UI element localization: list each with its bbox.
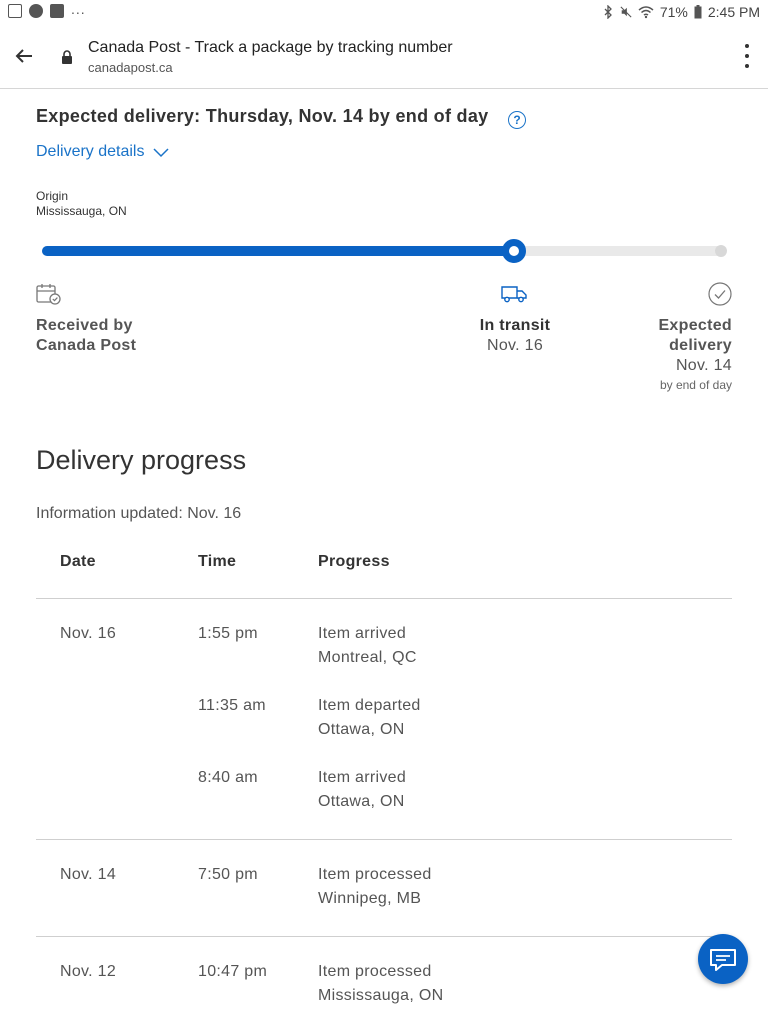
- browser-toolbar: Canada Post - Track a package by trackin…: [0, 24, 768, 89]
- progress-current-marker: [502, 239, 526, 263]
- delivery-progress-heading: Delivery progress: [36, 445, 247, 475]
- stage-expected-line2: delivery: [669, 337, 732, 354]
- table-row-progress: Item processed Winnipeg, MB: [318, 863, 432, 911]
- stage-in-transit: In transit: [479, 317, 551, 334]
- progress-track: [42, 239, 727, 263]
- chat-bubble-icon: [710, 949, 736, 971]
- table-row-time: 1:55 pm: [198, 625, 258, 642]
- table-row-progress: Item arrived Ottawa, ON: [318, 766, 406, 814]
- progress-fill: [42, 246, 514, 256]
- location: Winnipeg, MB: [318, 890, 422, 907]
- check-circle-icon: [708, 282, 732, 306]
- table-row-time: 7:50 pm: [198, 866, 258, 883]
- divider: [36, 839, 732, 840]
- wifi-icon: [638, 6, 654, 19]
- table-row-date: Nov. 16: [60, 625, 117, 642]
- flipboard-icon: [50, 4, 64, 18]
- divider: [36, 598, 732, 599]
- column-date: Date: [60, 553, 96, 570]
- page-title[interactable]: Canada Post - Track a package by trackin…: [88, 39, 453, 57]
- location: Montreal, QC: [318, 649, 417, 666]
- lock-icon[interactable]: [60, 50, 74, 64]
- system-icons: 71% 2:45 PM: [602, 4, 760, 20]
- divider: [36, 936, 732, 937]
- progress-end-marker: [715, 245, 727, 257]
- notification-icons: ...: [8, 1, 86, 18]
- stage-expected-line1: Expected: [658, 317, 732, 334]
- stage-expected-sub: by end of day: [659, 378, 732, 392]
- clock: 2:45 PM: [707, 4, 760, 20]
- event: Item processed: [318, 866, 432, 883]
- table-row-progress: Item departed Ottawa, ON: [318, 694, 421, 742]
- location: Ottawa, ON: [318, 793, 405, 810]
- mute-icon: [620, 6, 632, 18]
- origin-value: Mississauga, ON: [36, 204, 127, 218]
- stage-received-line1: Received by: [36, 317, 133, 334]
- delivery-details-link[interactable]: Delivery details: [36, 143, 144, 161]
- chevron-down-icon[interactable]: [152, 144, 170, 160]
- truck-icon: [501, 286, 527, 303]
- chat-button[interactable]: [698, 934, 748, 984]
- table-row-date: Nov. 12: [60, 963, 117, 980]
- page-url[interactable]: canadapost.ca: [88, 60, 173, 75]
- stage-expected-date: Nov. 14: [675, 357, 732, 374]
- table-row-date: Nov. 14: [60, 866, 117, 883]
- location: Mississauga, ON: [318, 987, 444, 1004]
- event: Item departed: [318, 697, 421, 714]
- help-icon[interactable]: ?: [508, 111, 526, 129]
- stage-in-transit-date: Nov. 16: [486, 337, 544, 354]
- stage-received-line2: Canada Post: [36, 337, 137, 354]
- column-progress: Progress: [318, 553, 390, 570]
- origin-label: Origin: [36, 189, 69, 203]
- stage-received: Received by Canada Post: [36, 316, 136, 356]
- status-bar: ... 71% 2:45 PM: [0, 0, 768, 24]
- table-row-progress: Item arrived Montreal, QC: [318, 622, 417, 670]
- table-row-progress: Item processed Mississauga, ON: [318, 960, 443, 1008]
- table-row-time: 11:35 am: [198, 697, 266, 714]
- column-time: Time: [198, 553, 237, 570]
- bluetooth-icon: [604, 5, 612, 19]
- back-arrow-icon[interactable]: [12, 44, 36, 68]
- location: Ottawa, ON: [318, 721, 405, 738]
- expected-delivery-heading: Expected delivery: Thursday, Nov. 14 by …: [36, 106, 489, 126]
- event: Item arrived: [318, 769, 407, 786]
- battery-percent: 71%: [659, 4, 688, 20]
- stage-expected: Expected delivery: [658, 316, 732, 356]
- event: Item arrived: [318, 625, 407, 642]
- pinterest-icon: [29, 4, 43, 18]
- table-row-time: 10:47 pm: [198, 963, 268, 980]
- event: Item processed: [318, 963, 432, 980]
- more-notifications: ...: [71, 1, 86, 17]
- table-row-time: 8:40 am: [198, 769, 258, 786]
- package-calendar-icon: [36, 284, 61, 305]
- information-updated: Information updated: Nov. 16: [36, 505, 242, 522]
- battery-icon: [694, 5, 702, 19]
- gallery-icon: [8, 4, 22, 18]
- overflow-menu-icon[interactable]: [744, 44, 750, 68]
